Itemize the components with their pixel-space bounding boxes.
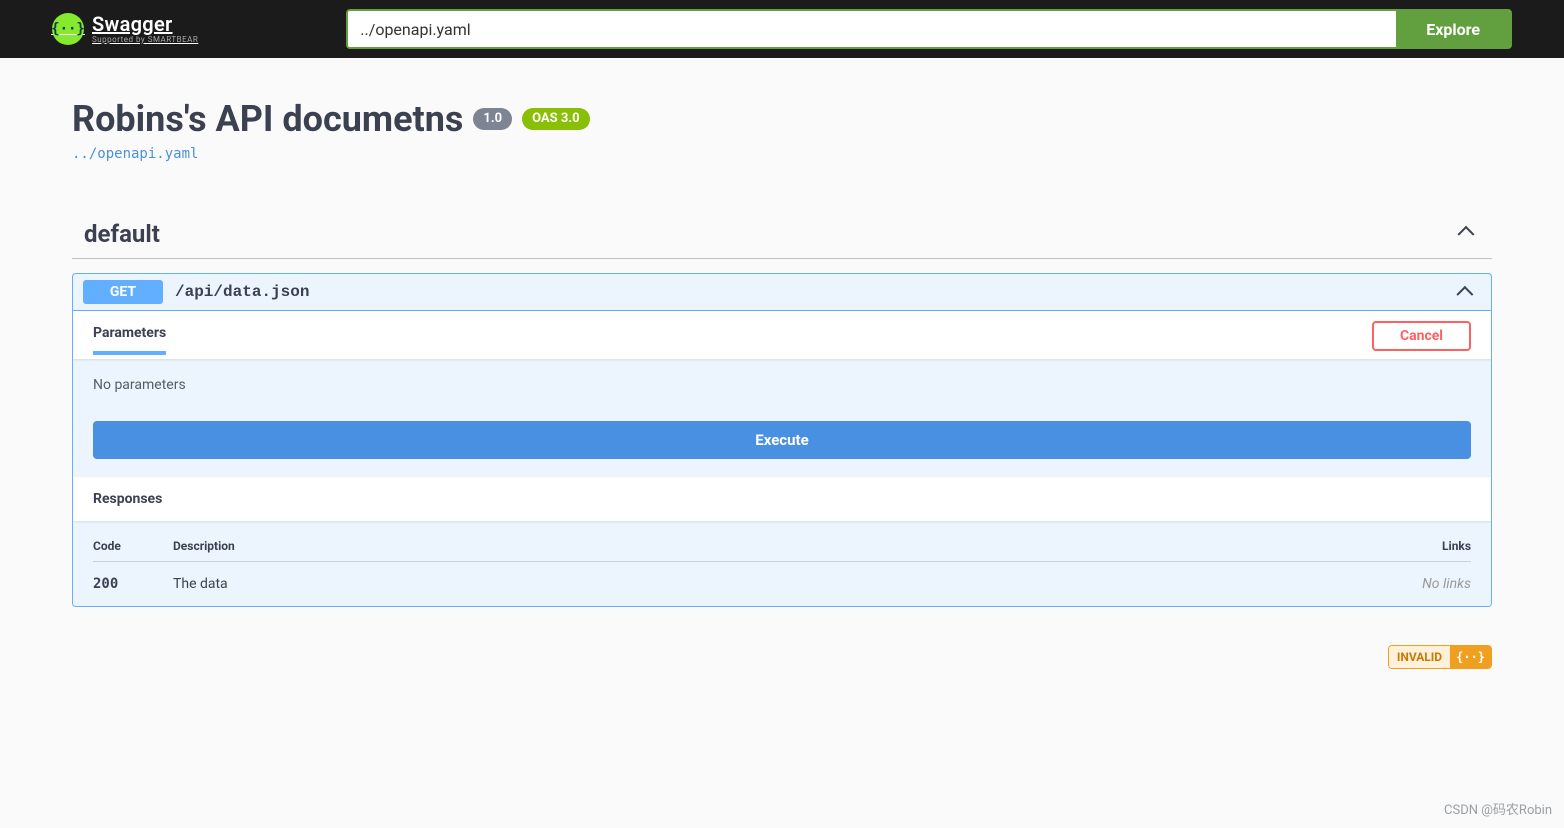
version-badge: 1.0 (473, 108, 512, 130)
swagger-logo-link[interactable]: {··} Swagger Supported by SMARTBEAR (52, 13, 198, 45)
tag-header-default[interactable]: default (72, 210, 1492, 259)
spec-url-form: Explore (346, 9, 1512, 49)
tag-name: default (84, 220, 160, 248)
operation-path: /api/data.json (175, 283, 1461, 301)
api-title: Robins's API documetns (72, 98, 463, 140)
response-row: 200 The data No links (93, 562, 1471, 592)
operation-summary[interactable]: GET /api/data.json (73, 274, 1491, 310)
oas-badge: OAS 3.0 (522, 108, 590, 130)
topbar: {··} Swagger Supported by SMARTBEAR Expl… (0, 0, 1564, 58)
col-header-description: Description (173, 539, 1371, 553)
swagger-logo-icon: {··} (52, 13, 84, 45)
json-icon: {··} (1450, 646, 1491, 668)
no-parameters-text: No parameters (73, 359, 1491, 421)
watermark: CSDN @码农Robin (1444, 799, 1552, 818)
col-header-code: Code (93, 539, 173, 553)
validation-badge[interactable]: INVALID {··} (1388, 645, 1492, 669)
logo-subtext: Supported by SMARTBEAR (92, 36, 198, 44)
response-code: 200 (93, 576, 173, 592)
spec-file-link[interactable]: ../openapi.yaml (72, 146, 198, 162)
logo-text: Swagger (92, 14, 198, 34)
api-title-row: Robins's API documetns 1.0 OAS 3.0 (72, 98, 1492, 140)
parameters-tab[interactable]: Parameters (93, 325, 166, 355)
chevron-up-icon (1461, 282, 1481, 302)
col-header-links: Links (1371, 539, 1471, 553)
explore-button[interactable]: Explore (1396, 11, 1510, 47)
spec-url-input[interactable] (348, 11, 1396, 47)
responses-table: Code Description Links 200 The data No l… (73, 521, 1491, 606)
response-description: The data (173, 576, 1371, 592)
http-method-badge: GET (83, 280, 163, 304)
cancel-button[interactable]: Cancel (1372, 321, 1471, 351)
validation-text: INVALID (1389, 646, 1450, 668)
execute-button[interactable]: Execute (93, 421, 1471, 459)
operation-get: GET /api/data.json Parameters Cancel No … (72, 273, 1492, 607)
response-links: No links (1371, 576, 1471, 592)
parameters-bar: Parameters Cancel (73, 311, 1491, 359)
responses-heading: Responses (73, 477, 1491, 521)
chevron-up-icon (1460, 224, 1480, 244)
